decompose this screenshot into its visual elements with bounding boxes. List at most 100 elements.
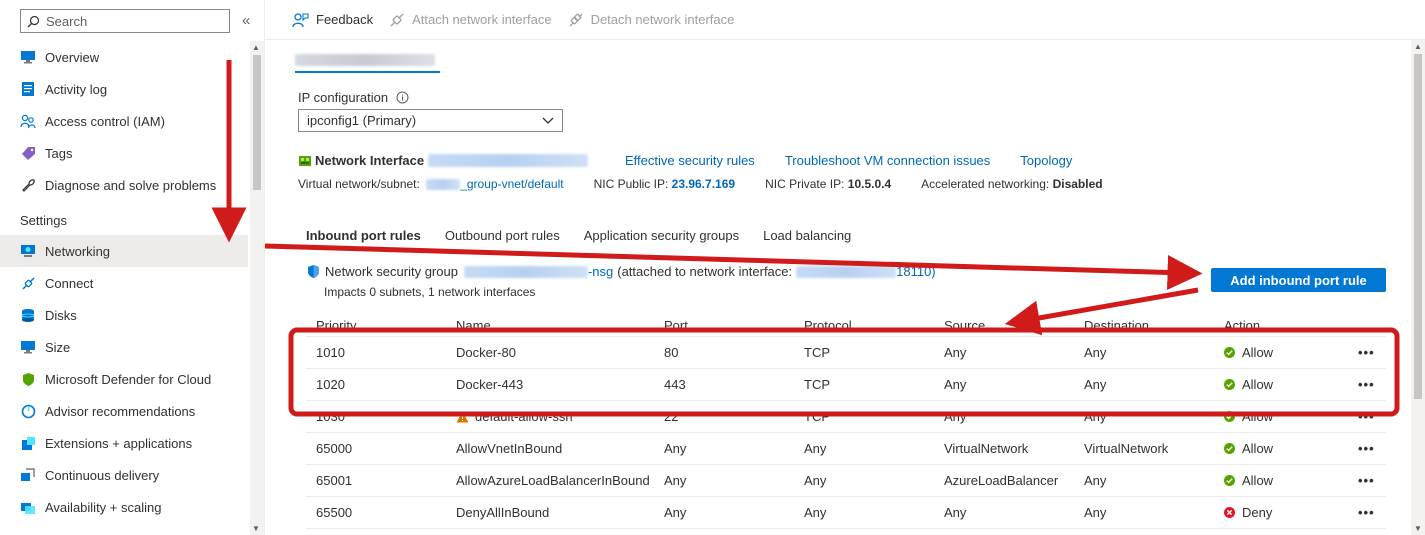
monitor-icon [20, 49, 36, 65]
sidebar-item-networking[interactable]: Networking [0, 235, 248, 267]
sidebar-scrollbar[interactable]: ▲ ▼ [250, 41, 264, 535]
tab-inbound-port-rules[interactable]: Inbound port rules [306, 228, 421, 249]
scroll-down-icon[interactable]: ▼ [252, 524, 260, 533]
cell-destination: Any [1084, 377, 1107, 392]
cell-port: 22 [664, 409, 679, 424]
cell-action: Allow [1224, 345, 1273, 360]
cell-source: Any [944, 409, 967, 424]
sidebar-item-label: Size [45, 339, 71, 355]
left-navigation: Search « Overview Activity log Access co… [0, 0, 265, 535]
sidebar-item-connect[interactable]: Connect [0, 267, 248, 299]
sidebar-item-advisor[interactable]: Advisor recommendations [0, 395, 248, 427]
table-row[interactable]: 65500 DenyAllInBound Any Any Any Any Deny ••• [306, 497, 1386, 529]
attached-interface-link[interactable]: 18110) [896, 264, 936, 279]
delivery-icon [20, 467, 36, 483]
cell-name: default-allow-ssh [456, 409, 573, 424]
sidebar-scroll-thumb[interactable] [253, 55, 261, 190]
sidebar-item-activity-log[interactable]: Activity log [0, 73, 248, 105]
sidebar-item-availability[interactable]: Availability + scaling [0, 491, 248, 523]
table-row[interactable]: 1010 Docker-80 80 TCP Any Any Allow ••• [306, 337, 1386, 369]
sidebar-item-overview[interactable]: Overview [0, 41, 248, 73]
sidebar-item-access-control[interactable]: Access control (IAM) [0, 105, 248, 137]
cell-action: Deny [1224, 505, 1272, 520]
more-options-button[interactable]: ••• [1358, 345, 1375, 360]
main-scrollbar[interactable]: ▲ ▼ [1411, 40, 1425, 535]
header-priority[interactable]: Priority [316, 318, 356, 333]
deny-x-icon [1224, 507, 1235, 518]
cell-name: DenyAllInBound [456, 505, 549, 520]
header-port[interactable]: Port [664, 318, 688, 333]
cell-priority: 65000 [316, 441, 353, 456]
feedback-icon [292, 12, 309, 28]
scroll-up-icon[interactable]: ▲ [1414, 42, 1422, 51]
cell-destination: Any [1084, 345, 1107, 360]
accelerated-networking-value: Disabled [1052, 177, 1103, 191]
sidebar-item-defender[interactable]: Microsoft Defender for Cloud [0, 363, 248, 395]
cell-protocol: TCP [804, 345, 830, 360]
sidebar-item-label: Microsoft Defender for Cloud [45, 371, 212, 387]
header-name[interactable]: Name [456, 318, 491, 333]
sidebar-item-continuous-delivery[interactable]: Continuous delivery [0, 459, 248, 491]
cell-name: AllowVnetInBound [456, 441, 562, 456]
collapse-sidebar-button[interactable]: « [242, 12, 250, 29]
cell-port: Any [664, 473, 687, 488]
effective-security-rules-link[interactable]: Effective security rules [625, 153, 755, 168]
troubleshoot-vm-connection-link[interactable]: Troubleshoot VM connection issues [785, 153, 990, 168]
rule-name: AllowVnetInBound [456, 441, 563, 456]
cell-action: Allow [1224, 409, 1273, 424]
cell-priority: 65500 [316, 505, 353, 520]
info-icon[interactable] [396, 91, 409, 104]
network-interface-title: Network Interface [315, 153, 425, 168]
ip-configuration-dropdown[interactable]: ipconfig1 (Primary) [298, 109, 563, 132]
more-options-button[interactable]: ••• [1358, 441, 1375, 456]
header-source[interactable]: Source [944, 318, 985, 333]
vnet-subnet-link[interactable]: _group-vnet/default [460, 177, 563, 191]
sidebar-item-size[interactable]: Size [0, 331, 248, 363]
sidebar-item-diagnose[interactable]: Diagnose and solve problems [0, 169, 248, 201]
add-inbound-port-rule-button[interactable]: Add inbound port rule [1211, 268, 1386, 292]
cell-priority: 1020 [316, 377, 345, 392]
search-placeholder: Search [46, 13, 88, 29]
table-row[interactable]: 65001 AllowAzureLoadBalancerInBound Any Any… [306, 465, 1386, 497]
sidebar-item-disks[interactable]: Disks [0, 299, 248, 331]
more-options-button[interactable]: ••• [1358, 377, 1375, 392]
cell-protocol: Any [804, 505, 827, 520]
more-options-button[interactable]: ••• [1358, 409, 1375, 424]
redacted-interface-name[interactable] [796, 265, 897, 278]
more-options-button[interactable]: ••• [1358, 505, 1375, 520]
attach-network-interface-button[interactable]: Attach network interface [389, 12, 552, 28]
tab-load-balancing[interactable]: Load balancing [763, 228, 851, 249]
table-row[interactable]: 1020 Docker-443 443 TCP Any Any Allow ••• [306, 369, 1386, 401]
sidebar-item-label: Overview [45, 49, 100, 65]
cell-priority: 1030 [316, 409, 345, 424]
people-icon [20, 113, 36, 129]
nsg-impacts: Impacts 0 subnets, 1 network interfaces [324, 285, 536, 299]
tab-application-security-groups[interactable]: Application security groups [584, 228, 739, 249]
search-input[interactable]: Search [20, 9, 230, 33]
allow-check-icon [1224, 475, 1235, 486]
table-row[interactable]: 65000 AllowVnetInBound Any Any VirtualNetwor… [306, 433, 1386, 465]
scroll-down-icon[interactable]: ▼ [1414, 524, 1422, 533]
nsg-link[interactable]: -nsg [588, 264, 613, 279]
redacted-nsg-name[interactable] [463, 265, 588, 278]
tab-outbound-port-rules[interactable]: Outbound port rules [445, 228, 560, 249]
scroll-up-icon[interactable]: ▲ [252, 43, 260, 52]
rule-name: DenyAllInBound [456, 505, 550, 520]
detach-network-interface-button[interactable]: Detach network interface [568, 12, 734, 28]
header-destination[interactable]: Destination [1084, 318, 1149, 333]
sidebar-item-label: Access control (IAM) [45, 113, 165, 129]
public-ip-value[interactable]: 23.96.7.169 [672, 177, 735, 191]
redacted-nic-link[interactable] [428, 154, 589, 167]
sidebar-item-label: Diagnose and solve problems [45, 177, 217, 193]
header-protocol[interactable]: Protocol [804, 318, 852, 333]
cell-priority: 65001 [316, 473, 353, 488]
topology-link[interactable]: Topology [1020, 153, 1072, 168]
header-action[interactable]: Action [1224, 318, 1260, 333]
sidebar-item-tags[interactable]: Tags [0, 137, 248, 169]
feedback-button[interactable]: Feedback [292, 12, 373, 28]
nic-selector-tab[interactable] [295, 51, 440, 73]
sidebar-item-extensions[interactable]: Extensions + applications [0, 427, 248, 459]
more-options-button[interactable]: ••• [1358, 473, 1375, 488]
main-scroll-thumb[interactable] [1414, 54, 1422, 399]
table-row[interactable]: 1030 default-allow-ssh 22 TCP Any Any Allow ••• [306, 401, 1386, 433]
